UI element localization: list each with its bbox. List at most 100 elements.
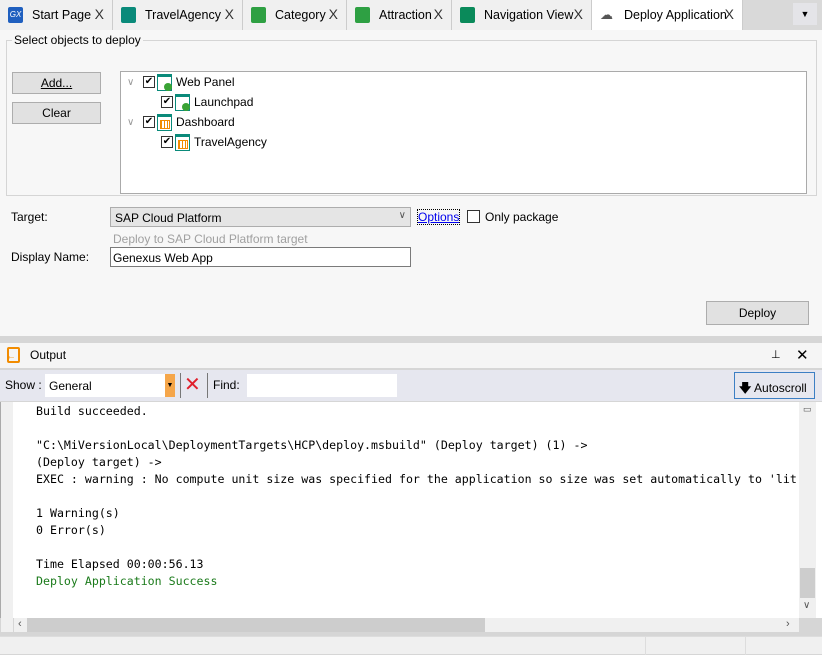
only-package-label: Only package: [485, 210, 559, 224]
target-select[interactable]: SAP Cloud Platform ∨: [110, 207, 411, 227]
output-line: Time Elapsed 00:00:56.13: [36, 557, 204, 571]
clear-output-icon[interactable]: ✕: [184, 372, 201, 397]
output-title: Output: [30, 348, 67, 362]
scroll-right-icon[interactable]: ›: [786, 618, 790, 630]
find-label: Find:: [213, 378, 240, 392]
scroll-up-icon[interactable]: ▭: [803, 404, 812, 415]
select-objects-label: Select objects to deploy: [12, 33, 143, 47]
output-gutter: [1, 402, 13, 632]
tab-navigation-view[interactable]: Navigation View X: [452, 0, 592, 30]
autoscroll-button[interactable]: 🡇 Autoscroll: [734, 372, 815, 399]
close-tab-icon[interactable]: X: [95, 6, 104, 22]
tree-checkbox[interactable]: ✔: [143, 116, 155, 128]
tab-travelagency[interactable]: TravelAgency X: [113, 0, 243, 30]
output-line: 1 Warning(s): [36, 506, 120, 520]
tree-node-label: TravelAgency: [194, 135, 267, 149]
show-value: General: [49, 379, 92, 393]
expand-chevron-icon[interactable]: ∨: [127, 117, 137, 128]
tree-node[interactable]: ∨ ✔ Web Panel: [127, 73, 234, 91]
tree-node-label: Web Panel: [176, 75, 235, 89]
output-text[interactable]: Build succeeded. "C:\MiVersionLocal\Deplo…: [0, 402, 822, 618]
horizontal-scroll-thumb[interactable]: [27, 618, 485, 632]
deploy-button[interactable]: Deploy: [706, 301, 809, 325]
status-divider: [645, 637, 646, 655]
tab-overflow-dropdown[interactable]: ▼: [793, 3, 817, 25]
clear-button-label: Clear: [42, 106, 71, 120]
output-line: 0 Error(s): [36, 523, 106, 537]
output-toolbar: Show : General ▼ ✕ Find: 🡇 Autoscroll: [0, 370, 822, 401]
chevron-down-icon: ∨: [398, 210, 406, 221]
close-tab-icon[interactable]: X: [329, 6, 338, 22]
output-icon: ←: [6, 347, 20, 363]
output-line: (Deploy target) ->: [36, 455, 162, 469]
add-button-label: Add...: [40, 76, 73, 90]
tab-bar: ▼ GX Start Page X TravelAgency X Category X Att…: [0, 0, 822, 30]
clear-button[interactable]: Clear: [12, 102, 101, 124]
status-bar: [0, 636, 822, 655]
close-tab-icon[interactable]: X: [434, 6, 443, 22]
tab-label: TravelAgency: [145, 8, 221, 22]
show-select[interactable]: General ▼: [45, 374, 175, 397]
tree-node[interactable]: ∨ ✔ Dashboard: [127, 113, 235, 131]
expand-chevron-icon[interactable]: ∨: [127, 77, 137, 88]
tab-label: Navigation View: [484, 8, 574, 22]
scroll-down-icon[interactable]: ∨: [803, 600, 810, 611]
display-name-label: Display Name:: [11, 250, 90, 264]
tree-node[interactable]: ✔ TravelAgency: [161, 133, 267, 151]
close-tab-icon[interactable]: X: [725, 6, 734, 22]
arrow-down-icon: 🡇: [739, 381, 752, 395]
options-link[interactable]: Options: [416, 209, 461, 225]
tab-attraction[interactable]: Attraction X: [347, 0, 452, 30]
tree-checkbox[interactable]: ✔: [161, 136, 173, 148]
tab-deploy-application[interactable]: ☁ Deploy Application X: [592, 0, 743, 30]
tree-node-label: Dashboard: [176, 115, 235, 129]
tree-node[interactable]: ✔ Launchpad: [161, 93, 253, 111]
output-line: Deploy Application Success: [36, 574, 218, 588]
close-tab-icon[interactable]: X: [225, 6, 234, 22]
web-panel-icon: [157, 73, 172, 91]
tree-node-label: Launchpad: [194, 95, 254, 109]
scroll-left-icon[interactable]: ‹: [18, 618, 22, 630]
output-line: "C:\MiVersionLocal\DeploymentTargets\HCP…: [36, 438, 588, 452]
dashboard-icon: [175, 133, 190, 151]
vertical-scrollbar[interactable]: ▭ ∨: [799, 402, 816, 618]
close-tab-icon[interactable]: X: [574, 6, 583, 22]
only-package-checkbox[interactable]: [467, 210, 480, 223]
objects-tree[interactable]: ∨ ✔ Web Panel ✔ Launchpad ∨ ✔ Dashboard ✔ TravelA…: [120, 71, 807, 194]
dashboard-icon: [121, 7, 136, 23]
transaction-icon: [251, 7, 266, 23]
tab-label: Attraction: [379, 8, 432, 22]
tab-label: Start Page: [32, 8, 92, 22]
target-label: Target:: [11, 210, 48, 224]
cloud-upload-icon: ☁: [600, 7, 613, 22]
tab-label: Deploy Application: [624, 8, 727, 22]
tree-checkbox[interactable]: ✔: [143, 76, 155, 88]
vertical-scroll-thumb[interactable]: [800, 568, 815, 598]
target-hint: Deploy to SAP Cloud Platform target: [113, 232, 308, 246]
close-icon[interactable]: ✕: [796, 346, 809, 364]
tab-label: Category: [275, 8, 326, 22]
add-button[interactable]: Add...: [12, 72, 101, 94]
divider: [180, 373, 181, 398]
show-label: Show :: [5, 378, 42, 392]
divider: [207, 373, 208, 398]
find-input[interactable]: [247, 374, 397, 397]
status-divider: [745, 637, 746, 655]
gx-logo-icon: GX: [8, 7, 23, 23]
document-icon: [460, 7, 475, 23]
horizontal-scrollbar[interactable]: ‹ ›: [14, 618, 799, 632]
pin-icon[interactable]: ⊥: [771, 348, 781, 361]
dropdown-arrow-icon: ▼: [165, 374, 175, 397]
target-value: SAP Cloud Platform: [115, 211, 222, 225]
deploy-button-label: Deploy: [738, 306, 777, 320]
display-name-input[interactable]: Genexus Web App: [110, 247, 411, 267]
transaction-icon: [355, 7, 370, 23]
output-header: ← Output ⊥ ✕: [0, 343, 822, 368]
dashboard-icon: [157, 113, 172, 131]
tab-category[interactable]: Category X: [243, 0, 347, 30]
tree-checkbox[interactable]: ✔: [161, 96, 173, 108]
output-line: EXEC : warning : No compute unit size wa…: [36, 472, 797, 486]
output-line: Build succeeded.: [36, 404, 148, 418]
tab-start-page[interactable]: GX Start Page X: [0, 0, 113, 30]
web-panel-icon: [175, 93, 190, 111]
